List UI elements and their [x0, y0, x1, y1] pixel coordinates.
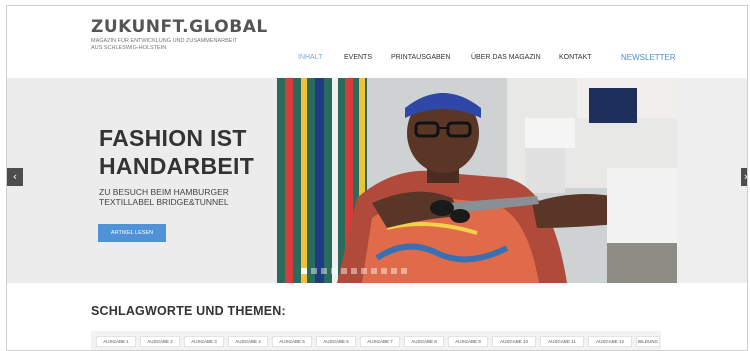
nav-item-events[interactable]: EVENTS — [344, 54, 372, 61]
nav-item-ueber-das-magazin[interactable]: ÜBER DAS MAGAZIN — [471, 54, 541, 61]
tags-list: AUSGABE 1 AUSGABE 2 AUSGABE 3 AUSGABE 4 … — [91, 331, 661, 350]
slider-dot-5[interactable] — [341, 268, 347, 274]
tag-ausgabe-7[interactable]: AUSGABE 7 — [360, 336, 400, 347]
tag-ausgabe-2[interactable]: AUSGABE 2 — [140, 336, 180, 347]
hero-photo[interactable] — [277, 78, 677, 283]
site-header: ZUKUNFT.GLOBAL MAGAZIN FÜR ENTWICKLUNG U… — [7, 6, 747, 78]
hero-slider: FASHION IST HANDARBEIT ZU BESUCH BEIM HA… — [7, 78, 748, 283]
nav-item-inhalt[interactable]: INHALT — [298, 54, 322, 61]
read-article-button[interactable]: ARTIKEL LESEN — [98, 224, 166, 242]
site-logo[interactable]: ZUKUNFT.GLOBAL MAGAZIN FÜR ENTWICKLUNG U… — [91, 18, 271, 51]
hero-text-panel — [7, 78, 277, 283]
slider-next-button[interactable]: › — [741, 168, 748, 186]
browser-page: ZUKUNFT.GLOBAL MAGAZIN FÜR ENTWICKLUNG U… — [6, 5, 748, 351]
tags-heading: SCHLAGWORTE UND THEMEN: — [91, 304, 286, 318]
slider-dot-2[interactable] — [311, 268, 317, 274]
tag-ausgabe-8[interactable]: AUSGABE 8 — [404, 336, 444, 347]
tag-ausgabe-11[interactable]: AUSGABE 11 — [540, 336, 584, 347]
slider-prev-button[interactable]: ‹ — [7, 168, 23, 186]
slider-dot-7[interactable] — [361, 268, 367, 274]
chevron-left-icon: ‹ — [12, 170, 18, 183]
tag-bildung[interactable]: BILDUNG — [636, 336, 660, 347]
tag-ausgabe-6[interactable]: AUSGABE 6 — [316, 336, 356, 347]
tag-ausgabe-3[interactable]: AUSGABE 3 — [184, 336, 224, 347]
hero-photo-illustration — [277, 78, 677, 283]
hero-headline: FASHION IST HANDARBEIT — [99, 125, 255, 179]
slider-dot-8[interactable] — [371, 268, 377, 274]
slider-dot-4[interactable] — [331, 268, 337, 274]
main-nav: INHALT EVENTS PRINTAUSGABEN ÜBER DAS MAG… — [7, 53, 747, 68]
tag-ausgabe-4[interactable]: AUSGABE 4 — [228, 336, 268, 347]
slider-dot-3[interactable] — [321, 268, 327, 274]
logo-subtitle: MAGAZIN FÜR ENTWICKLUNG UND ZUSAMMENARBE… — [91, 38, 238, 51]
hero-side-panel — [677, 78, 747, 283]
tag-ausgabe-12[interactable]: AUSGABE 12 — [588, 336, 632, 347]
chevron-right-icon: › — [743, 170, 748, 183]
nav-item-newsletter[interactable]: NEWSLETTER — [621, 53, 676, 62]
logo-title: ZUKUNFT.GLOBAL — [91, 17, 268, 37]
tag-ausgabe-9[interactable]: AUSGABE 9 — [448, 336, 488, 347]
tag-ausgabe-5[interactable]: AUSGABE 5 — [272, 336, 312, 347]
slider-dot-1[interactable] — [301, 268, 307, 274]
nav-item-printausgaben[interactable]: PRINTAUSGABEN — [391, 54, 450, 61]
tag-ausgabe-1[interactable]: AUSGABE 1 — [96, 336, 136, 347]
nav-item-kontakt[interactable]: KONTAKT — [559, 54, 592, 61]
slider-dot-6[interactable] — [351, 268, 357, 274]
hero-subline: ZU BESUCH BEIM HAMBURGER TEXTILLABEL BRI… — [99, 187, 229, 207]
slider-dot-9[interactable] — [381, 268, 387, 274]
slider-dot-11[interactable] — [401, 268, 407, 274]
slider-dot-10[interactable] — [391, 268, 397, 274]
tag-ausgabe-10[interactable]: AUSGABE 10 — [492, 336, 536, 347]
